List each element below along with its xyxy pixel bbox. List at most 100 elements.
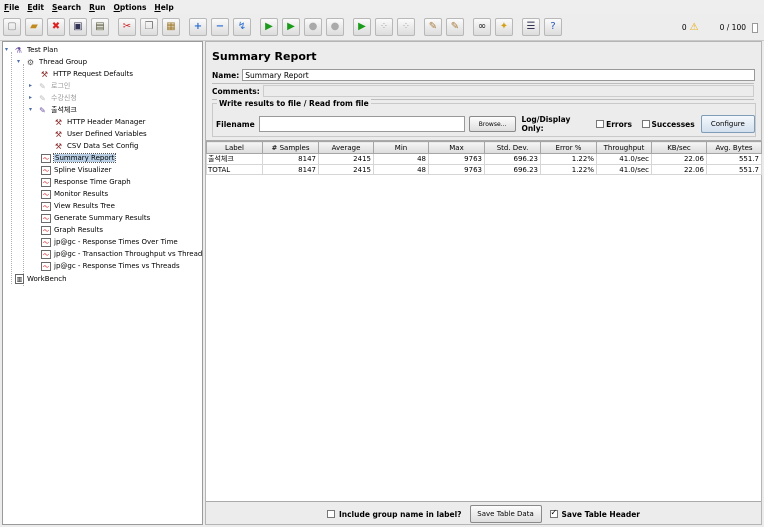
table-row[interactable]: TOTAL 8147 2415 48 9763 696.23 1.22% 41.…	[206, 164, 762, 175]
tree-node-response-times-over-time[interactable]: 〜 jp@gc - Response Times Over Time	[41, 236, 178, 248]
start-no-pause-icon[interactable]: ▶	[282, 18, 300, 36]
copy-icon[interactable]: ❐	[140, 18, 158, 36]
expand-icon[interactable]: +	[189, 18, 207, 36]
new-icon[interactable]: ▢	[3, 18, 21, 36]
tree-node-workbench[interactable]: ▥ WorkBench	[15, 273, 67, 285]
column-header[interactable]: # Samples	[262, 141, 319, 154]
bottom-bar: Include group name in label? Save Table …	[206, 505, 761, 523]
tree-node-thread-group[interactable]: ▾ ⚙ Thread Group	[17, 56, 87, 68]
collapsed-toggle-icon[interactable]: ▸	[29, 94, 32, 101]
toggle-icon[interactable]: ↯	[233, 18, 251, 36]
panel-title: Summary Report	[212, 50, 317, 63]
open-icon[interactable]: ▰	[25, 18, 43, 36]
save-as-icon[interactable]: ▤	[91, 18, 109, 36]
search-icon[interactable]: ∞	[473, 18, 491, 36]
start-icon[interactable]: ▶	[260, 18, 278, 36]
name-field[interactable]: Summary Report	[242, 69, 756, 81]
config-element-icon: ⚒	[40, 69, 49, 79]
table-cell: 41.0/sec	[596, 153, 652, 165]
sampler-icon: ✎	[39, 105, 46, 115]
active-threads: 0 / 100	[719, 23, 746, 32]
include-group-checkbox[interactable]	[326, 510, 335, 518]
tree-node-graph-results[interactable]: 〜 Graph Results	[41, 224, 103, 236]
listener-icon: 〜	[41, 261, 51, 271]
function-helper-icon[interactable]: ☰	[522, 18, 540, 36]
tree-node-login[interactable]: ▸ ✎ 로그인	[29, 80, 70, 92]
expand-toggle-icon[interactable]: ▾	[29, 106, 32, 113]
save-table-header-checkbox[interactable]	[549, 508, 558, 518]
expand-toggle-icon[interactable]: ▾	[5, 46, 8, 53]
tree-node-view-results-tree[interactable]: 〜 View Results Tree	[41, 200, 115, 212]
column-header[interactable]: Error %	[540, 141, 597, 154]
save-table-data-button[interactable]: Save Table Data	[469, 505, 542, 523]
tree-node-generate-summary[interactable]: 〜 Generate Summary Results	[41, 212, 150, 224]
column-header[interactable]: Avg. Bytes	[706, 141, 762, 154]
comments-field[interactable]	[262, 85, 754, 97]
menu-options[interactable]: Options	[114, 3, 147, 12]
tree-node-course[interactable]: ▸ ✎ 수강신청	[29, 92, 77, 104]
tree-node-response-times-vs-threads[interactable]: 〜 jp@gc - Response Times vs Threads	[41, 260, 180, 272]
remote-stop-icon[interactable]: ⁘	[375, 18, 393, 36]
table-cell: 22.06	[651, 153, 707, 165]
tree-node-user-vars[interactable]: ⚒ User Defined Variables	[53, 128, 147, 140]
table-cell: 48	[373, 164, 429, 175]
clear-icon[interactable]: ✎	[424, 18, 442, 36]
tree-node-response-time-graph[interactable]: 〜 Response Time Graph	[41, 176, 131, 188]
expand-toggle-icon[interactable]: ▾	[17, 58, 20, 65]
file-row: Filename Browse... Log/Display Only: Err…	[216, 115, 755, 133]
column-header[interactable]: KB/sec	[651, 141, 707, 154]
table-cell: 1.22%	[540, 164, 597, 175]
successes-checkbox[interactable]	[641, 120, 650, 128]
menu-file[interactable]: File	[4, 3, 19, 12]
tree-node-csv-config[interactable]: ⚒ CSV Data Set Config	[53, 140, 139, 152]
stop-icon[interactable]: ●	[304, 18, 322, 36]
cut-icon[interactable]: ✂	[118, 18, 136, 36]
status-area: 0 ⚠ 0 / 100	[682, 14, 758, 41]
errors-label: Errors	[606, 119, 632, 129]
listener-icon: 〜	[41, 153, 51, 163]
tree-node-http-defaults[interactable]: ⚒ HTTP Request Defaults	[39, 68, 133, 80]
listener-icon: 〜	[41, 225, 51, 235]
column-header[interactable]: Max	[428, 141, 485, 154]
table-row[interactable]: 출석체크 8147 2415 48 9763 696.23 1.22% 41.0…	[206, 153, 762, 165]
clear-all-icon[interactable]: ✎	[446, 18, 464, 36]
tree-node-test-plan[interactable]: ▾ ⚗ Test Plan	[5, 44, 58, 56]
help-icon[interactable]: ?	[544, 18, 562, 36]
remote-start-icon[interactable]: ▶	[353, 18, 371, 36]
config-element-icon: ⚒	[54, 117, 63, 127]
column-header[interactable]: Throughput	[596, 141, 652, 154]
reset-search-icon[interactable]: ✦	[495, 18, 513, 36]
errors-checkbox[interactable]	[596, 120, 605, 128]
divider	[212, 83, 754, 84]
warning-icon[interactable]: ⚠	[690, 22, 699, 33]
tree-node-summary-report[interactable]: 〜 Summary Report	[41, 152, 117, 164]
paste-icon[interactable]: ▦	[162, 18, 180, 36]
remote-shutdown-icon[interactable]: ⁘	[397, 18, 415, 36]
tree-node-throughput-vs-threads[interactable]: 〜 jp@gc - Transaction Throughput vs Thre…	[41, 248, 202, 260]
menu-search[interactable]: Search	[52, 3, 81, 12]
configure-button[interactable]: Configure	[700, 115, 755, 133]
tree-node-spline-visualizer[interactable]: 〜 Spline Visualizer	[41, 164, 111, 176]
close-icon[interactable]: ✖	[47, 18, 65, 36]
browse-button[interactable]: Browse...	[468, 116, 517, 132]
toolbar: ▢ ▰ ✖ ▣ ▤ ✂ ❐ ▦ + − ↯ ▶ ▶ ● ● ▶ ⁘ ⁘ ✎ ✎ …	[0, 14, 764, 41]
menu-edit[interactable]: Edit	[27, 3, 44, 12]
table-cell: 8147	[262, 164, 319, 175]
tree-node-checkin[interactable]: ▾ ✎ 출석체크	[29, 104, 77, 116]
column-header[interactable]: Min	[373, 141, 429, 154]
listener-icon: 〜	[41, 249, 51, 259]
tree-node-header-manager[interactable]: ⚒ HTTP Header Manager	[53, 116, 146, 128]
filename-input[interactable]	[258, 116, 465, 132]
tree-node-monitor-results[interactable]: 〜 Monitor Results	[41, 188, 108, 200]
menu-run[interactable]: Run	[89, 3, 105, 12]
column-header[interactable]: Average	[318, 141, 374, 154]
shutdown-icon[interactable]: ●	[326, 18, 344, 36]
save-icon[interactable]: ▣	[69, 18, 87, 36]
menu-help[interactable]: Help	[154, 3, 173, 12]
collapsed-toggle-icon[interactable]: ▸	[29, 82, 32, 89]
thread-group-icon: ⚙	[26, 57, 35, 67]
config-element-icon: ⚒	[54, 129, 63, 139]
column-header[interactable]: Label	[206, 141, 263, 154]
collapse-icon[interactable]: −	[211, 18, 229, 36]
column-header[interactable]: Std. Dev.	[484, 141, 541, 154]
